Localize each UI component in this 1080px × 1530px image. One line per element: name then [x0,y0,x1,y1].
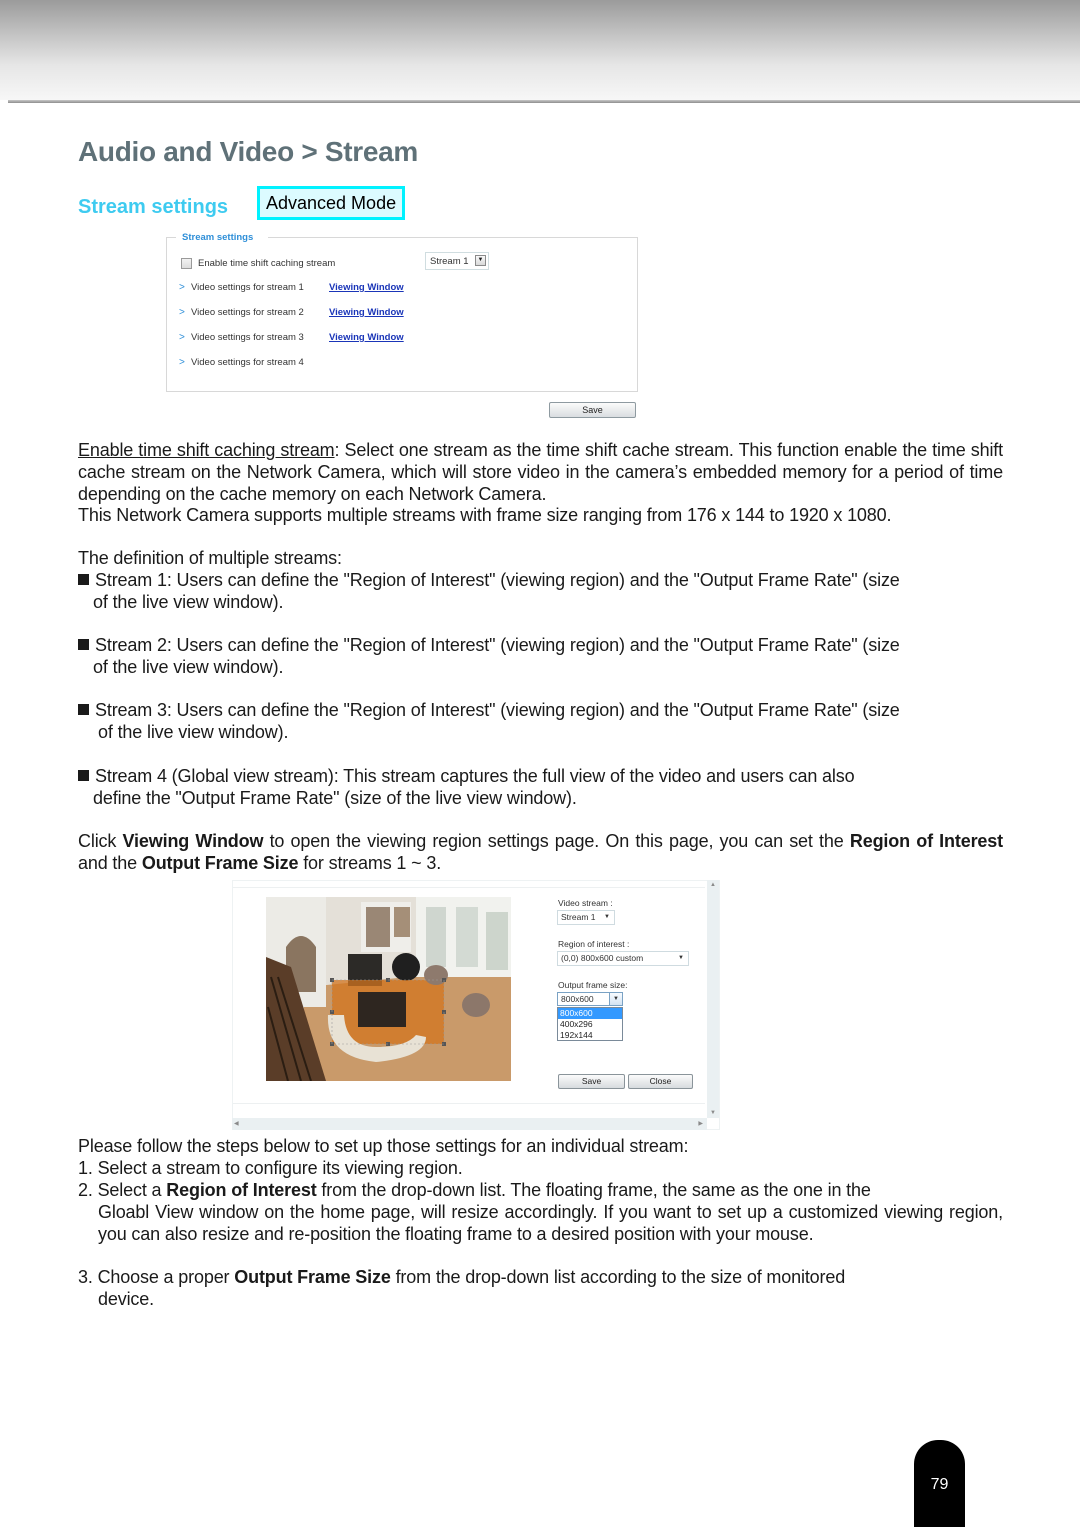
save-button[interactable]: Save [549,402,636,418]
panel-border [268,237,638,238]
page-number: 79 [914,1440,965,1527]
video-settings-label[interactable]: Video settings for stream 1 [191,282,329,293]
scroll-down-icon[interactable]: ▼ [707,1110,719,1116]
time-shift-checkbox-label: Enable time shift caching stream [198,258,336,269]
section-title: Stream settings [78,196,229,218]
output-frame-size-label: Output frame size: [558,980,628,990]
dropdown-option[interactable]: 192x144 [558,1030,622,1041]
chevron-down-icon[interactable]: ▼ [475,255,486,266]
steps-intro: Please follow the steps below to set up … [78,1136,689,1156]
viewing-window-link[interactable]: Viewing Window [329,332,404,343]
time-shift-checkbox[interactable] [181,258,192,269]
vertical-scrollbar[interactable]: ▲ ▼ [707,880,719,1118]
step-3: 3. Choose a proper Output Frame Size fro… [78,1267,846,1309]
advanced-mode-badge: Advanced Mode [257,186,406,220]
video-settings-row-1[interactable]: > Video settings for stream 1 Viewing Wi… [179,282,404,293]
frame-size-note: This Network Camera supports multiple st… [78,505,892,525]
chevron-down-icon[interactable]: ▼ [609,993,622,1005]
bullet-square-icon [78,574,89,585]
viewing-window-instructions: Click Viewing Window to open the viewing… [78,831,1003,873]
camera-preview-image[interactable] [266,897,511,1081]
header-band [0,0,1080,100]
step-1: 1. Select a stream to configure its view… [78,1158,463,1178]
video-settings-label[interactable]: Video settings for stream 3 [191,332,329,343]
header-rule [8,100,1080,103]
expand-chevron-icon[interactable]: > [179,357,191,368]
viewing-window-close-button[interactable]: Close [628,1074,693,1089]
video-settings-row-3[interactable]: > Video settings for stream 3 Viewing Wi… [179,332,404,343]
page-title: Audio and Video > Stream [78,136,419,167]
dropdown-option[interactable]: 800x600 [558,1008,622,1019]
cache-stream-select-value: Stream 1 [430,255,469,267]
viewing-window-save-button[interactable]: Save [558,1074,625,1089]
expand-chevron-icon[interactable]: > [179,307,191,318]
streams-definition-heading: The definition of multiple streams: [78,548,342,568]
video-stream-select[interactable]: Stream 1 ▼ [557,910,615,925]
panel-border [166,237,176,238]
roi-select[interactable]: (0,0) 800x600 custom ▼ [557,951,689,966]
bullet-stream-1: Stream 1: Users can define the "Region o… [78,570,1003,614]
viewing-window-link[interactable]: Viewing Window [329,307,404,318]
bullet-square-icon [78,770,89,781]
bullet-square-icon [78,704,89,715]
horizontal-scrollbar[interactable]: ◀ ▶ [232,1118,707,1130]
output-frame-size-select[interactable]: 800x600 ▼ [557,992,623,1006]
output-frame-size-dropdown: 800x600 400x296 192x144 [557,1007,623,1041]
expand-chevron-icon[interactable]: > [179,332,191,343]
expand-chevron-icon[interactable]: > [179,282,191,293]
chevron-down-icon[interactable]: ▼ [678,952,684,965]
scroll-right-icon[interactable]: ▶ [698,1118,703,1130]
step-2: 2. Select a Region of Interest from the … [78,1180,1003,1244]
bullet-stream-2: Stream 2: Users can define the "Region o… [78,635,1003,679]
time-shift-checkbox-row[interactable]: Enable time shift caching stream [181,258,335,269]
bullet-stream-4: Stream 4 (Global view stream): This stre… [78,766,1003,810]
video-settings-label[interactable]: Video settings for stream 4 [191,357,329,368]
viewing-window-link[interactable]: Viewing Window [329,282,404,293]
scroll-left-icon[interactable]: ◀ [234,1118,239,1130]
scroll-up-icon[interactable]: ▲ [707,882,719,888]
panel-legend: Stream settings [182,232,254,243]
time-shift-description: Enable time shift caching stream: Select… [78,440,1003,504]
bullet-square-icon [78,639,89,650]
dropdown-option[interactable]: 400x296 [558,1019,622,1030]
roi-label: Region of interest : [558,939,630,949]
term-time-shift: Enable time shift caching stream [78,440,335,460]
video-stream-label: Video stream : [558,898,613,908]
chevron-down-icon[interactable]: ▼ [604,911,610,924]
video-settings-label[interactable]: Video settings for stream 2 [191,307,329,318]
room-photo [266,897,511,1081]
bullet-stream-3: Stream 3: Users can define the "Region o… [78,700,1003,744]
cache-stream-select[interactable]: Stream 1 ▼ [425,252,489,270]
video-settings-row-2[interactable]: > Video settings for stream 2 Viewing Wi… [179,307,404,318]
video-settings-row-4[interactable]: > Video settings for stream 4 [179,357,329,368]
